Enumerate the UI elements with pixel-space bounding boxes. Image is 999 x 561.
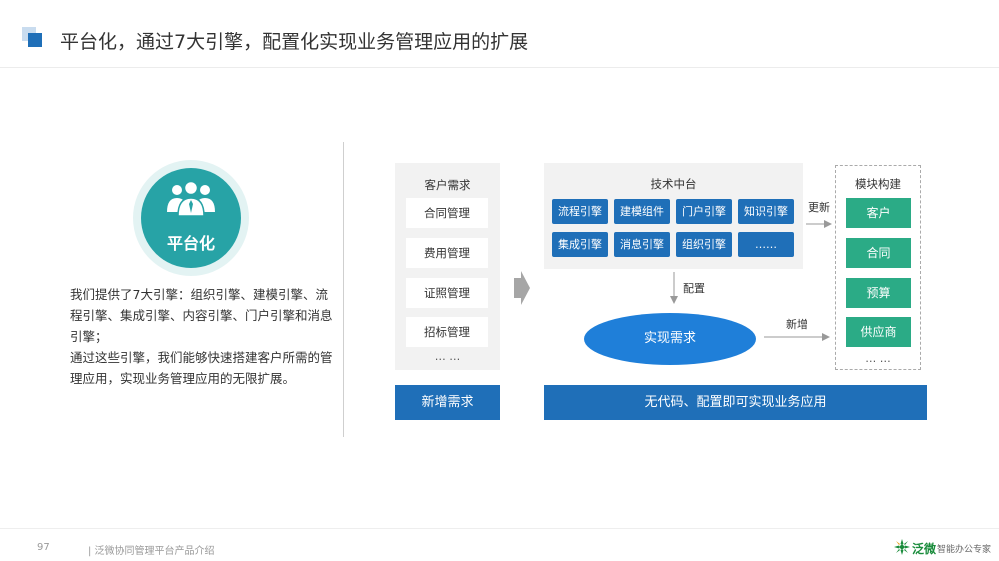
page-title: 平台化，通过7大引擎，配置化实现业务管理应用的扩展 [60,31,529,53]
platform-description: 我们提供了7大引擎：组织引擎、建模引擎、流程引擎、集成引擎、内容引擎、门户引擎和… [70,284,335,389]
page-number: 97 [37,542,50,553]
weaver-slogan: 智能办公专家 [937,545,992,555]
engine-item: 集成引擎 [552,232,608,257]
module-item: 客户 [846,198,911,228]
new-needs-bar: 新增需求 [395,385,500,420]
engine-item: 知识引擎 [738,199,794,224]
engine-item: 建模组件 [614,199,670,224]
config-label: 配置 [683,282,705,295]
platform-badge-label: 平台化 [166,234,215,253]
customer-needs-more: … … [434,350,461,363]
module-build-title: 模块构建 [855,177,901,191]
footer-divider [0,528,999,529]
no-code-bar: 无代码、配置即可实现业务应用 [544,385,927,420]
update-label: 更新 [808,201,830,214]
tech-platform-title: 技术中台 [650,177,697,191]
engine-item: 组织引擎 [676,232,732,257]
customer-need-item: 招标管理 [406,317,488,347]
description-line-1: 我们提供了7大引擎：组织引擎、建模引擎、流程引擎、集成引擎、内容引擎、门户引擎和… [70,287,333,344]
module-item: 预算 [846,278,911,308]
people-group-icon [167,180,215,217]
weaver-logo-icon [894,539,910,555]
modules-more: … … [865,352,891,365]
module-item: 供应商 [846,317,911,347]
description-line-2: 通过这些引擎，我们能够快速搭建客户所需的管理应用，实现业务管理应用的无限扩展。 [70,350,333,386]
customer-need-item: 合同管理 [406,198,488,228]
footer-title: | 泛微协同管理平台产品介绍 [88,546,215,557]
header-divider [0,67,999,68]
realize-needs-ellipse: 实现需求 [584,313,756,365]
customer-need-item: 费用管理 [406,238,488,268]
vertical-divider [343,142,344,437]
engine-item: 消息引擎 [614,232,670,257]
engine-item: …… [738,232,794,257]
engine-item: 流程引擎 [552,199,608,224]
add-label: 新增 [786,318,808,331]
customer-need-item: 证照管理 [406,278,488,308]
customer-needs-title: 客户需求 [424,178,471,192]
weaver-logo-text: 泛微 [912,542,937,556]
module-item: 合同 [846,238,911,268]
flow-arrow-icon [514,271,530,305]
header-accent-square [28,33,42,47]
engine-item: 门户引擎 [676,199,732,224]
